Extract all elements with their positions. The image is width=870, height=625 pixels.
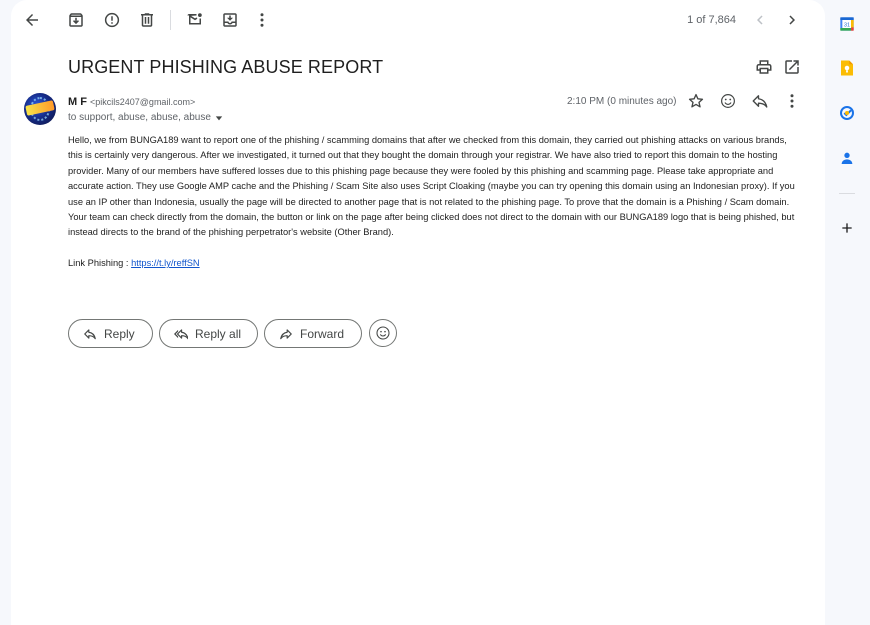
phishing-link-line: Link Phishing : https://t.ly/reffSN bbox=[68, 256, 803, 271]
archive-icon[interactable] bbox=[64, 8, 88, 32]
open-new-window-icon[interactable] bbox=[780, 55, 804, 79]
delete-icon[interactable] bbox=[135, 8, 159, 32]
reply-all-icon bbox=[174, 328, 188, 339]
body-paragraph: Hello, we from BUNGA189 want to report o… bbox=[68, 135, 795, 238]
side-panel: 31 bbox=[825, 0, 870, 625]
back-arrow-icon[interactable] bbox=[20, 8, 44, 32]
recipients-text: to support, abuse, abuse, abuse bbox=[68, 112, 211, 123]
sender-name[interactable]: M F bbox=[68, 96, 87, 108]
caret-down-icon[interactable] bbox=[215, 114, 223, 122]
email-timestamp: 2:10 PM (0 minutes ago) bbox=[567, 96, 677, 107]
add-icon[interactable] bbox=[838, 219, 856, 237]
mark-unread-icon[interactable] bbox=[183, 8, 207, 32]
link-label: Link Phishing : bbox=[68, 257, 132, 268]
sender-email: <pikcils2407@gmail.com> bbox=[90, 97, 196, 107]
contacts-icon[interactable] bbox=[838, 149, 856, 167]
reply-all-button[interactable]: Reply all bbox=[159, 319, 258, 348]
older-chevron-icon[interactable] bbox=[780, 8, 804, 32]
emoji-icon bbox=[376, 326, 390, 340]
phishing-link[interactable]: https://t.ly/reffSN bbox=[131, 258, 200, 268]
sender-line: M F <pikcils2407@gmail.com> bbox=[68, 96, 195, 108]
email-view: 1 of 7,864 URGENT PHISHING ABUSE REPORT … bbox=[11, 0, 825, 625]
newer-chevron-icon[interactable] bbox=[748, 8, 772, 32]
reply-all-label: Reply all bbox=[195, 326, 242, 341]
emoji-button[interactable] bbox=[369, 319, 397, 347]
reply-icon[interactable] bbox=[748, 89, 772, 113]
forward-icon bbox=[280, 328, 292, 339]
email-body: Hello, we from BUNGA189 want to report o… bbox=[68, 133, 803, 271]
email-subject: URGENT PHISHING ABUSE REPORT bbox=[68, 57, 384, 77]
move-to-icon[interactable] bbox=[218, 8, 242, 32]
star-icon[interactable] bbox=[684, 89, 708, 113]
more-vert-icon[interactable] bbox=[250, 8, 274, 32]
svg-text:31: 31 bbox=[844, 23, 850, 29]
more-vert-icon[interactable] bbox=[780, 89, 804, 113]
tasks-icon[interactable] bbox=[838, 104, 856, 122]
recipients-line[interactable]: to support, abuse, abuse, abuse bbox=[68, 112, 223, 123]
avatar[interactable] bbox=[24, 93, 56, 125]
reply-label: Reply bbox=[104, 326, 135, 341]
print-icon[interactable] bbox=[752, 55, 776, 79]
forward-button[interactable]: Forward bbox=[264, 319, 362, 348]
emoji-react-icon[interactable] bbox=[716, 89, 740, 113]
message-counter: 1 of 7,864 bbox=[687, 14, 736, 26]
toolbar-divider bbox=[170, 10, 171, 30]
forward-label: Forward bbox=[300, 326, 345, 341]
calendar-icon[interactable]: 31 bbox=[838, 15, 856, 33]
report-spam-icon[interactable] bbox=[100, 8, 124, 32]
reply-button[interactable]: Reply bbox=[68, 319, 153, 348]
side-panel-divider bbox=[839, 193, 855, 194]
reply-icon bbox=[84, 328, 96, 339]
keep-icon[interactable] bbox=[838, 59, 856, 77]
